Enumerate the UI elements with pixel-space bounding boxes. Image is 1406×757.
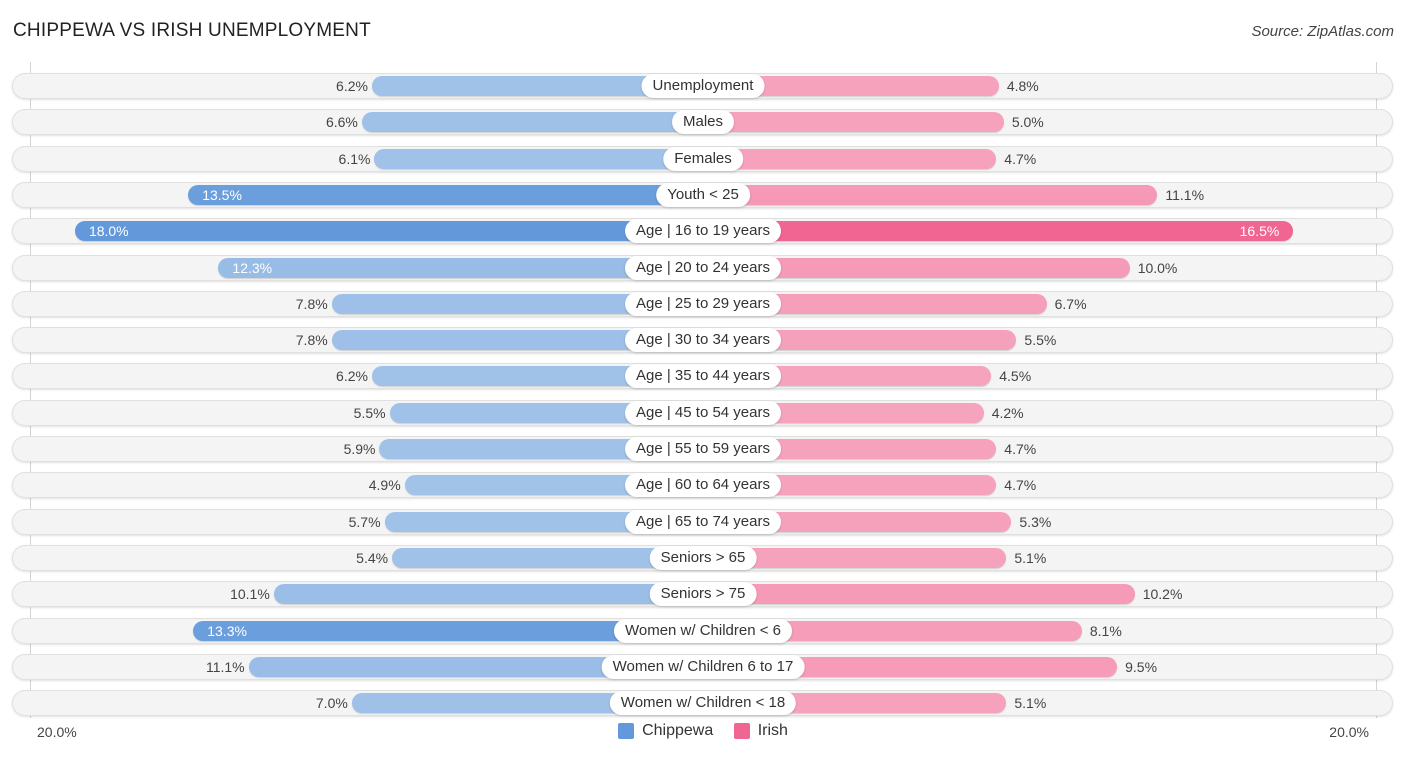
- bar-chippewa[interactable]: [74, 221, 703, 241]
- value-label-irish: 6.7%: [1054, 296, 1087, 312]
- value-label-irish: 16.5%: [1239, 223, 1280, 239]
- legend-label-irish: Irish: [757, 722, 788, 739]
- value-label-irish: 10.0%: [1137, 260, 1178, 276]
- category-label: Unemployment: [641, 74, 765, 98]
- legend: Chippewa Irish: [0, 722, 1406, 744]
- legend-item-irish[interactable]: Irish: [733, 722, 788, 740]
- value-label-chippewa: 4.9%: [368, 477, 401, 493]
- chart-row: 10.1% 10.2% Seniors > 75: [12, 581, 1393, 607]
- value-label-chippewa: 6.1%: [338, 151, 371, 167]
- value-label-chippewa: 5.4%: [356, 550, 389, 566]
- value-label-irish: 4.2%: [991, 405, 1024, 421]
- value-label-chippewa: 5.7%: [348, 514, 381, 530]
- chart-row: 5.5% 4.2% Age | 45 to 54 years: [12, 400, 1393, 426]
- bar-irish[interactable]: [703, 149, 997, 169]
- chart-row: 12.3% 10.0% Age | 20 to 24 years: [12, 255, 1393, 281]
- value-label-irish: 5.5%: [1024, 332, 1057, 348]
- value-label-irish: 5.0%: [1011, 114, 1044, 130]
- category-label: Women w/ Children < 6: [613, 619, 793, 643]
- bar-chippewa[interactable]: [188, 185, 703, 205]
- chart-row: 7.8% 5.5% Age | 30 to 34 years: [12, 327, 1393, 353]
- legend-swatch-irish: [733, 723, 750, 739]
- chart-row: 7.8% 6.7% Age | 25 to 29 years: [12, 291, 1393, 317]
- category-label: Age | 30 to 34 years: [625, 328, 781, 352]
- value-label-irish: 10.2%: [1142, 586, 1183, 602]
- chart-plot-area: 6.2% 4.8% Unemployment 6.6% 5.0% Males 6.1% 4.7…: [0, 0, 1406, 757]
- value-label-chippewa: 6.2%: [336, 78, 368, 94]
- value-label-irish: 5.3%: [1019, 514, 1052, 530]
- value-label-irish: 5.1%: [1014, 695, 1047, 711]
- value-label-chippewa: 11.1%: [205, 659, 245, 675]
- bar-irish[interactable]: [703, 185, 1158, 205]
- category-label: Women w/ Children < 18: [609, 691, 797, 715]
- value-label-chippewa: 7.0%: [315, 695, 348, 711]
- category-label: Women w/ Children 6 to 17: [601, 655, 805, 679]
- value-label-irish: 4.8%: [1006, 78, 1039, 94]
- value-label-chippewa: 13.3%: [207, 623, 247, 639]
- category-label: Age | 55 to 59 years: [625, 437, 781, 461]
- category-label: Age | 60 to 64 years: [625, 473, 781, 497]
- bar-irish[interactable]: [703, 221, 1294, 241]
- category-label: Females: [663, 147, 743, 171]
- chart-row: 6.2% 4.8% Unemployment: [12, 73, 1393, 99]
- value-label-irish: 9.5%: [1125, 659, 1158, 675]
- category-label: Age | 65 to 74 years: [625, 510, 781, 534]
- chart-row: 5.4% 5.1% Seniors > 65: [12, 545, 1393, 571]
- legend-label-chippewa: Chippewa: [642, 722, 714, 739]
- value-label-irish: 11.1%: [1165, 187, 1205, 203]
- chart-row: 13.5% 11.1% Youth < 25: [12, 182, 1393, 208]
- legend-swatch-chippewa: [618, 723, 635, 739]
- value-label-chippewa: 12.3%: [232, 260, 273, 276]
- chart-row: 6.6% 5.0% Males: [12, 109, 1393, 135]
- chart-row: 18.0% 16.5% Age | 16 to 19 years: [12, 218, 1393, 244]
- category-label: Age | 16 to 19 years: [625, 219, 781, 243]
- chart-row: 4.9% 4.7% Age | 60 to 64 years: [12, 472, 1393, 498]
- value-label-irish: 4.7%: [1004, 477, 1037, 493]
- value-label-chippewa: 7.8%: [295, 332, 328, 348]
- value-label-chippewa: 18.0%: [88, 223, 129, 239]
- value-label-irish: 4.5%: [999, 368, 1032, 384]
- bar-irish[interactable]: [703, 584, 1135, 604]
- chart-row: 5.9% 4.7% Age | 55 to 59 years: [12, 436, 1393, 462]
- value-label-chippewa: 13.5%: [202, 187, 242, 203]
- bar-chippewa[interactable]: [361, 112, 703, 132]
- category-label: Seniors > 75: [649, 582, 757, 606]
- category-label: Age | 45 to 54 years: [625, 401, 781, 425]
- bar-chippewa[interactable]: [273, 584, 703, 604]
- chart-row: 6.1% 4.7% Females: [12, 146, 1393, 172]
- category-label: Males: [671, 110, 735, 134]
- value-label-chippewa: 5.9%: [343, 441, 376, 457]
- legend-item-chippewa[interactable]: Chippewa: [618, 722, 713, 740]
- bar-irish[interactable]: [703, 112, 1004, 132]
- value-label-chippewa: 6.2%: [336, 368, 368, 384]
- value-label-chippewa: 5.5%: [353, 405, 386, 421]
- chart-row: 5.7% 5.3% Age | 65 to 74 years: [12, 509, 1393, 535]
- value-label-irish: 4.7%: [1004, 151, 1037, 167]
- category-label: Age | 20 to 24 years: [625, 256, 781, 280]
- category-label: Age | 35 to 44 years: [625, 364, 781, 388]
- value-label-irish: 4.7%: [1004, 441, 1037, 457]
- bar-chippewa[interactable]: [374, 149, 703, 169]
- chart-row: 13.3% 8.1% Women w/ Children < 6: [12, 618, 1393, 644]
- value-label-chippewa: 6.6%: [325, 114, 358, 130]
- chart-row: 7.0% 5.1% Women w/ Children < 18: [12, 690, 1393, 716]
- value-label-chippewa: 7.8%: [295, 296, 328, 312]
- value-label-irish: 8.1%: [1089, 623, 1122, 639]
- value-label-chippewa: 10.1%: [230, 586, 270, 602]
- chart-row: 11.1% 9.5% Women w/ Children 6 to 17: [12, 654, 1393, 680]
- category-label: Age | 25 to 29 years: [625, 292, 781, 316]
- category-label: Youth < 25: [656, 183, 750, 207]
- category-label: Seniors > 65: [649, 546, 757, 570]
- value-label-irish: 5.1%: [1014, 550, 1047, 566]
- chart-row: 6.2% 4.5% Age | 35 to 44 years: [12, 363, 1393, 389]
